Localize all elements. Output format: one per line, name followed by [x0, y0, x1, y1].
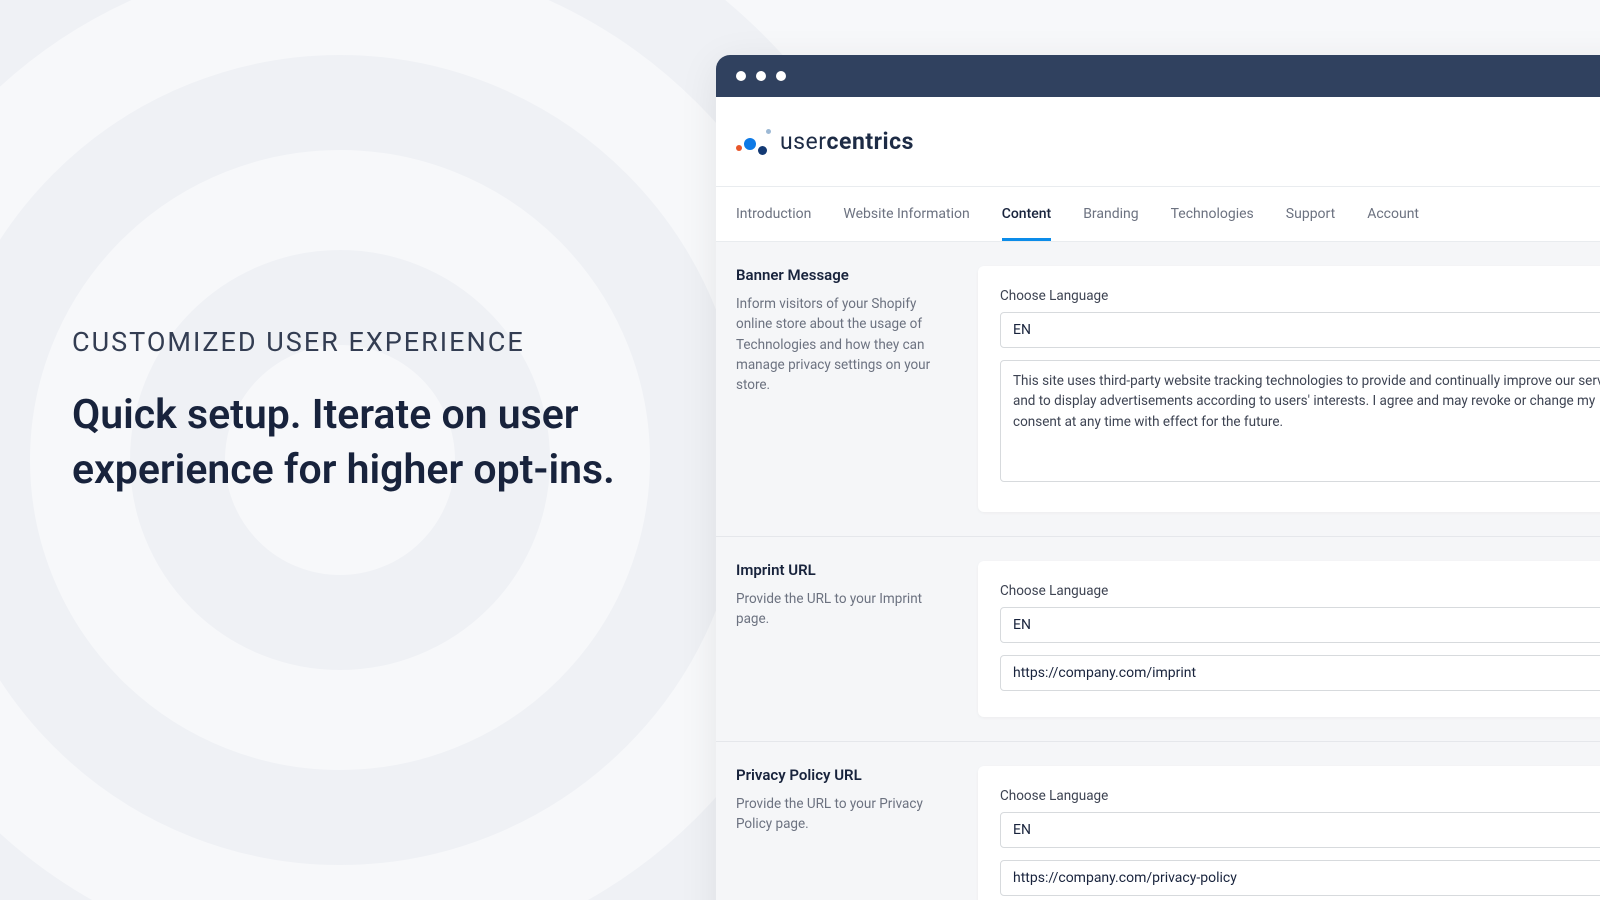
banner-language-value: EN: [1013, 322, 1031, 338]
imprint-url-input[interactable]: [1000, 655, 1600, 691]
tab-bar: Introduction Website Information Content…: [716, 187, 1600, 242]
brand-name: usercentrics: [780, 128, 914, 155]
section-imprint-url: Imprint URL Provide the URL to your Impr…: [716, 537, 1600, 742]
content-panel: Banner Message Inform visitors of your S…: [716, 242, 1600, 900]
tab-website-information[interactable]: Website Information: [843, 188, 969, 241]
banner-message-textarea[interactable]: [1000, 360, 1600, 482]
window-control-zoom[interactable]: [776, 71, 786, 81]
banner-card: Choose Language EN ▲▼: [978, 266, 1600, 512]
privacy-card: Choose Language EN ▲▼: [978, 766, 1600, 900]
window-titlebar: [716, 55, 1600, 97]
imprint-language-label: Choose Language: [1000, 583, 1600, 599]
privacy-language-label: Choose Language: [1000, 788, 1600, 804]
imprint-card: Choose Language EN ▲▼: [978, 561, 1600, 717]
tab-branding[interactable]: Branding: [1083, 188, 1138, 241]
banner-description: Inform visitors of your Shopify online s…: [736, 294, 954, 395]
privacy-language-select[interactable]: EN ▲▼: [1000, 812, 1600, 848]
imprint-language-select[interactable]: EN ▲▼: [1000, 607, 1600, 643]
tab-content[interactable]: Content: [1002, 188, 1052, 241]
privacy-title: Privacy Policy URL: [736, 766, 954, 784]
section-privacy-url: Privacy Policy URL Provide the URL to yo…: [716, 742, 1600, 900]
privacy-language-value: EN: [1013, 822, 1031, 838]
section-banner-message: Banner Message Inform visitors of your S…: [716, 242, 1600, 537]
imprint-language-value: EN: [1013, 617, 1031, 633]
tab-support[interactable]: Support: [1286, 188, 1335, 241]
brand-logo: usercentrics: [736, 126, 914, 158]
window-control-close[interactable]: [736, 71, 746, 81]
hero-eyebrow: CUSTOMIZED USER EXPERIENCE: [72, 326, 672, 358]
banner-language-label: Choose Language: [1000, 288, 1600, 304]
hero-block: CUSTOMIZED USER EXPERIENCE Quick setup. …: [72, 326, 672, 497]
hero-headline: Quick setup. Iterate on user experience …: [72, 388, 672, 497]
privacy-url-input[interactable]: [1000, 860, 1600, 896]
tab-technologies[interactable]: Technologies: [1171, 188, 1254, 241]
brand-logo-mark: [736, 126, 772, 158]
window-control-minimize[interactable]: [756, 71, 766, 81]
brand-bar: usercentrics: [716, 97, 1600, 187]
imprint-title: Imprint URL: [736, 561, 954, 579]
tab-account[interactable]: Account: [1367, 188, 1419, 241]
tab-introduction[interactable]: Introduction: [736, 188, 811, 241]
app-window: usercentrics Introduction Website Inform…: [716, 55, 1600, 900]
banner-language-select[interactable]: EN ▲▼: [1000, 312, 1600, 348]
imprint-description: Provide the URL to your Imprint page.: [736, 589, 954, 630]
window-controls: [736, 71, 786, 81]
privacy-description: Provide the URL to your Privacy Policy p…: [736, 794, 954, 835]
banner-title: Banner Message: [736, 266, 954, 284]
